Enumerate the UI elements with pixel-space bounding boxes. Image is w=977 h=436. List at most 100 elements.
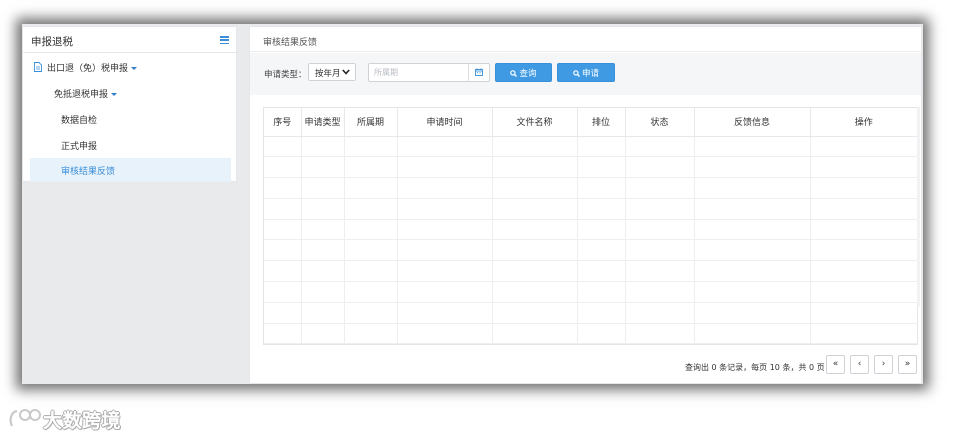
- prev-page-button[interactable]: ‹: [850, 355, 869, 374]
- chevron-down-icon: [111, 93, 118, 96]
- sidebar-title: 申报退税: [31, 36, 73, 48]
- search-icon: [510, 70, 518, 77]
- table-row: [264, 260, 917, 283]
- table-cell: [492, 281, 578, 303]
- first-page-icon: «: [832, 359, 839, 369]
- filter-bar: 申请类型： 按年月 所属期 查询 申请: [250, 53, 921, 95]
- table-cell: [264, 177, 302, 199]
- table-row: [264, 219, 917, 241]
- table-cell: [810, 198, 917, 220]
- table-cell: [301, 323, 345, 345]
- table-cell: [577, 260, 626, 283]
- table-cell: [810, 260, 917, 283]
- col-header-apply-type[interactable]: 申请类型: [301, 108, 345, 137]
- col-header-index[interactable]: 序号: [264, 108, 302, 137]
- table-cell: [625, 136, 695, 158]
- last-page-button[interactable]: »: [898, 355, 917, 374]
- table-cell: [492, 136, 578, 158]
- sidebar-item-label: 审核结果反馈: [61, 167, 116, 177]
- table-cell: [397, 156, 493, 179]
- table-cell: [264, 260, 302, 283]
- col-header-feedback[interactable]: 反馈信息: [694, 108, 811, 137]
- sidebar-item-label: 免抵退税申报: [54, 90, 109, 100]
- table-cell: [577, 302, 626, 324]
- sidebar: 申报退税 出口退（免）税申报 免抵退税申报 数据自检 正式申报 审核结果反馈: [22, 26, 237, 182]
- table-row: [264, 281, 917, 303]
- chevron-down-icon: [131, 67, 138, 70]
- table-cell: [492, 198, 578, 220]
- prev-page-icon: ‹: [857, 359, 862, 369]
- sidebar-header: 申报退税: [23, 27, 236, 53]
- table-cell: [625, 302, 695, 324]
- main-header: 审核结果反馈: [250, 27, 921, 52]
- col-header-status[interactable]: 状态: [625, 108, 695, 137]
- table-cell: [577, 198, 626, 220]
- table-cell: [694, 281, 811, 303]
- table-cell: [397, 177, 493, 199]
- table-cell: [810, 177, 917, 199]
- table-row: [264, 136, 917, 158]
- table-cell: [301, 219, 345, 241]
- apply-type-select[interactable]: 按年月: [308, 63, 356, 81]
- table-cell: [344, 136, 398, 158]
- table-cell: [344, 177, 398, 199]
- table-cell: [264, 323, 302, 345]
- table-cell: [492, 177, 578, 199]
- table-cell: [264, 239, 302, 262]
- period-input[interactable]: [369, 64, 469, 81]
- table-cell: [577, 136, 626, 158]
- col-header-actions[interactable]: 操作: [810, 108, 917, 137]
- table-cell: [397, 198, 493, 220]
- table-cell: [810, 323, 917, 345]
- apply-type-label: 申请类型：: [264, 70, 307, 80]
- table-cell: [625, 323, 695, 345]
- period-field: [368, 63, 490, 82]
- table-row: [264, 198, 917, 220]
- main-panel: 审核结果反馈 申请类型： 按年月 所属期 查询 申请 序号 申请类型 所属期 申…: [249, 26, 922, 384]
- col-header-period[interactable]: 所属期: [344, 108, 398, 137]
- calendar-button[interactable]: [468, 64, 489, 81]
- col-header-apply-time[interactable]: 申请时间: [397, 108, 493, 137]
- col-header-rank[interactable]: 排位: [577, 108, 626, 137]
- sidebar-item-exemption-refund[interactable]: 免抵退税申报: [23, 81, 237, 105]
- col-header-file-name[interactable]: 文件名称: [492, 108, 578, 137]
- table-cell: [694, 302, 811, 324]
- first-page-button[interactable]: «: [826, 355, 845, 374]
- vertical-scrollbar[interactable]: [917, 107, 920, 307]
- table-cell: [492, 156, 578, 179]
- table-cell: [344, 198, 398, 220]
- table-cell: [264, 136, 302, 158]
- table-cell: [301, 260, 345, 283]
- table-cell: [344, 239, 398, 262]
- calendar-icon: [475, 68, 483, 76]
- table-cell: [344, 281, 398, 303]
- watermark: 大数跨境: [8, 404, 138, 432]
- document-icon: [34, 62, 42, 72]
- sidebar-item-export-refund[interactable]: 出口退（免）税申报: [23, 55, 237, 79]
- app-window: 申报退税 出口退（免）税申报 免抵退税申报 数据自检 正式申报 审核结果反馈 审…: [22, 24, 923, 384]
- hamburger-menu-icon[interactable]: [220, 36, 229, 45]
- sidebar-item-review-feedback[interactable]: 审核结果反馈: [30, 158, 231, 182]
- table-cell: [264, 281, 302, 303]
- table-cell: [264, 198, 302, 220]
- query-button-label: 查询: [519, 69, 537, 79]
- table-cell: [577, 239, 626, 262]
- results-table: 序号 申请类型 所属期 申请时间 文件名称 排位 状态 反馈信息 操作: [263, 107, 918, 345]
- table-cell: [810, 281, 917, 303]
- page-title: 审核结果反馈: [263, 38, 318, 48]
- sidebar-item-data-selfcheck[interactable]: 数据自检: [23, 107, 237, 131]
- table-cell: [344, 156, 398, 179]
- apply-button-label: 申请: [581, 69, 599, 79]
- sidebar-item-formal-declaration[interactable]: 正式申报: [23, 133, 237, 157]
- next-page-button[interactable]: ›: [874, 355, 893, 374]
- table-cell: [344, 260, 398, 283]
- watermark-logo-icon: [9, 409, 41, 427]
- table-cell: [264, 156, 302, 179]
- apply-button[interactable]: 申请: [557, 63, 615, 82]
- table-cell: [625, 260, 695, 283]
- query-button[interactable]: 查询: [495, 63, 552, 82]
- table-cell: [810, 239, 917, 262]
- screenshot-stage: 申报退税 出口退（免）税申报 免抵退税申报 数据自检 正式申报 审核结果反馈 审…: [0, 0, 977, 436]
- table-cell: [625, 177, 695, 199]
- table-row: [264, 302, 917, 324]
